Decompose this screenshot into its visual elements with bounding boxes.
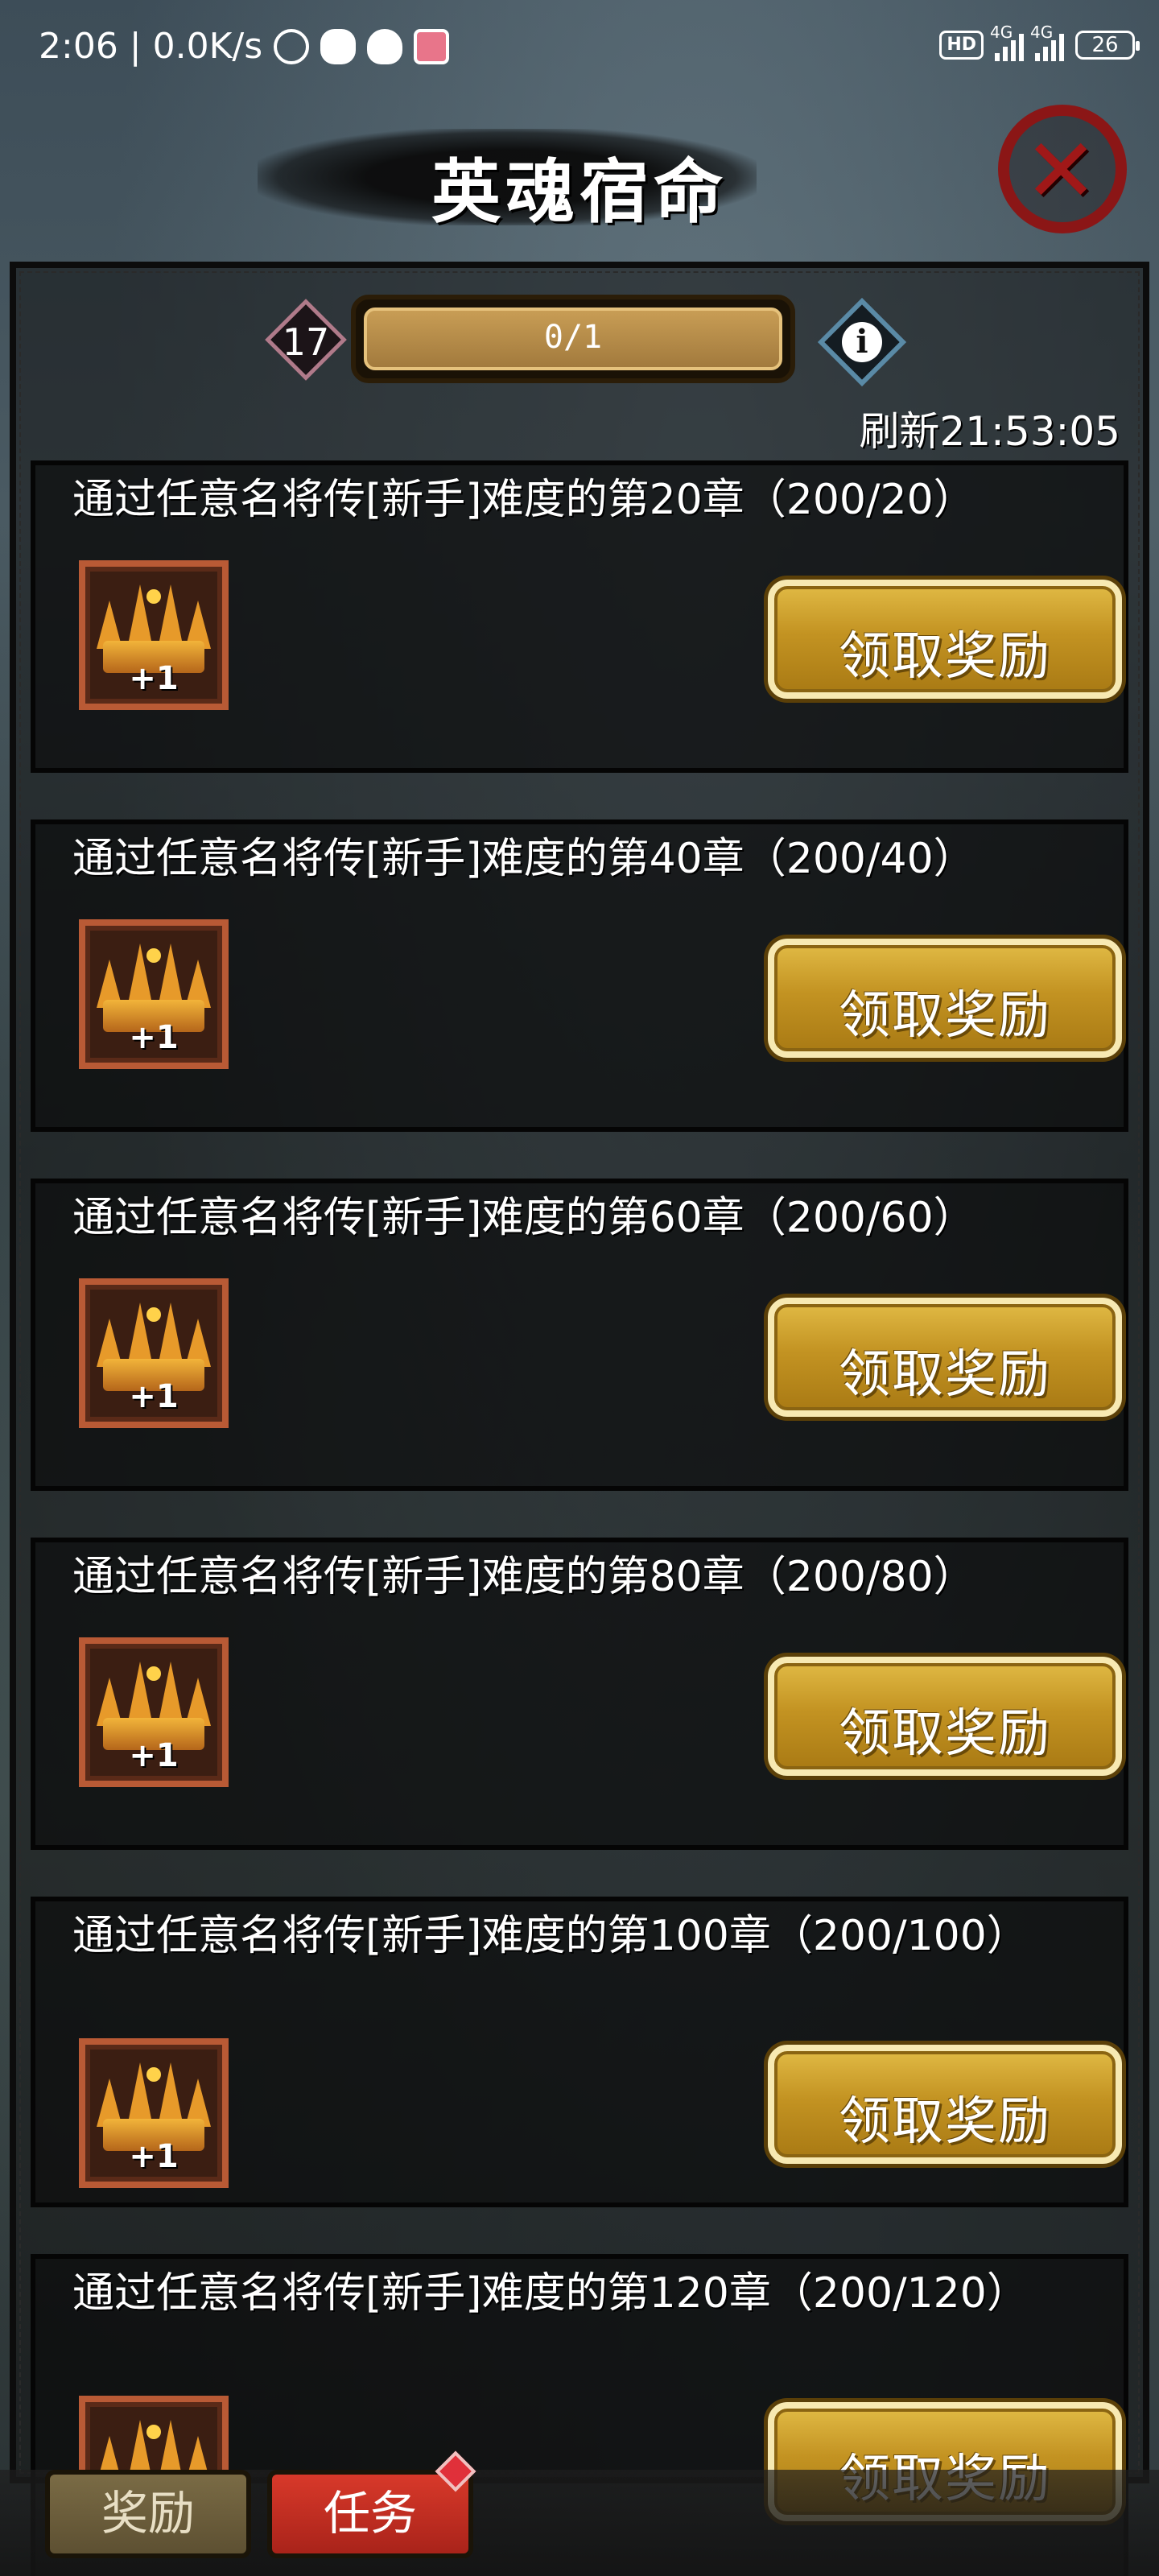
reward-count: +1 [129, 2138, 179, 2175]
info-button[interactable]: i [817, 297, 907, 387]
task-description: 通过任意名将传[新手]难度的第100章（200/100） [72, 1912, 1029, 1960]
task-card: 通过任意名将传[新手]难度的第40章（200/40） +1 领取奖励 [31, 819, 1128, 1132]
task-card: 通过任意名将传[新手]难度的第80章（200/80） +1 领取奖励 [31, 1538, 1128, 1850]
claim-reward-button[interactable]: 领取奖励 [768, 1657, 1122, 1776]
network-label: 4G [990, 23, 1013, 42]
task-card: 通过任意名将传[新手]难度的第60章（200/60） +1 领取奖励 [31, 1179, 1128, 1491]
info-icon: i [842, 322, 882, 362]
claim-reward-label: 领取奖励 [839, 986, 1051, 1046]
claim-reward-button[interactable]: 领取奖励 [768, 939, 1122, 1058]
tab-reward[interactable]: 奖励 [45, 2470, 251, 2558]
reward-item[interactable]: +1 [79, 1637, 229, 1787]
battery-level: 26 [1091, 33, 1119, 57]
tab-task[interactable]: 任务 [267, 2470, 473, 2558]
reward-item[interactable]: +1 [79, 1278, 229, 1428]
task-description: 通过任意名将传[新手]难度的第40章（200/40） [72, 835, 975, 883]
status-right: HD 4G 4G 26 [939, 23, 1140, 61]
close-button[interactable]: ✕ [998, 105, 1127, 233]
close-icon: ✕ [1024, 119, 1099, 222]
reward-item[interactable]: +1 [79, 2038, 229, 2188]
app-icon [414, 28, 450, 64]
reward-count: +1 [129, 1737, 179, 1774]
page-title: 英魂宿命 [431, 152, 728, 233]
status-time: 2:06 | 0.0K/s [39, 26, 263, 67]
claim-reward-label: 领取奖励 [839, 2092, 1051, 2152]
alarm-icon [274, 28, 310, 64]
refresh-timer: 刷新21:53:05 [859, 408, 1120, 455]
wechat-icon [320, 28, 357, 64]
claim-reward-button[interactable]: 领取奖励 [768, 1298, 1122, 1417]
battery-icon: 26 [1075, 31, 1140, 60]
task-card: 通过任意名将传[新手]难度的第20章（200/20） +1 领取奖励 [31, 460, 1128, 773]
qq-icon [367, 28, 403, 64]
task-description: 通过任意名将传[新手]难度的第120章（200/120） [72, 2269, 1029, 2318]
claim-reward-button[interactable]: 领取奖励 [768, 580, 1122, 699]
reward-count: +1 [129, 1378, 179, 1415]
claim-reward-label: 领取奖励 [839, 627, 1051, 687]
task-description: 通过任意名将传[新手]难度的第20章（200/20） [72, 476, 975, 524]
claim-reward-label: 领取奖励 [839, 1345, 1051, 1405]
reward-item[interactable]: +1 [79, 560, 229, 710]
claim-reward-label: 领取奖励 [839, 1704, 1051, 1764]
reward-count: +1 [129, 660, 179, 697]
level-badge: 17 [265, 299, 347, 381]
reward-item[interactable]: +1 [79, 919, 229, 1069]
hd-badge: HD [939, 31, 984, 60]
status-bar: 2:06 | 0.0K/s HD 4G 4G 26 [0, 0, 1159, 97]
task-description: 通过任意名将传[新手]难度的第60章（200/60） [72, 1194, 975, 1242]
network-label: 4G [1030, 23, 1054, 42]
task-description: 通过任意名将传[新手]难度的第80章（200/80） [72, 1553, 975, 1601]
level-number: 17 [282, 320, 330, 364]
signal-icon: 4G [1030, 23, 1064, 61]
reward-count: +1 [129, 1019, 179, 1056]
signal-icon: 4G [990, 23, 1024, 61]
claim-reward-button[interactable]: 领取奖励 [768, 2045, 1122, 2164]
task-card: 通过任意名将传[新手]难度的第100章（200/100） +1 领取奖励 [31, 1897, 1128, 2207]
status-left: 2:06 | 0.0K/s [39, 26, 450, 67]
progress-text: 0/1 [543, 319, 603, 356]
progress-bar: 0/1 [351, 295, 795, 383]
